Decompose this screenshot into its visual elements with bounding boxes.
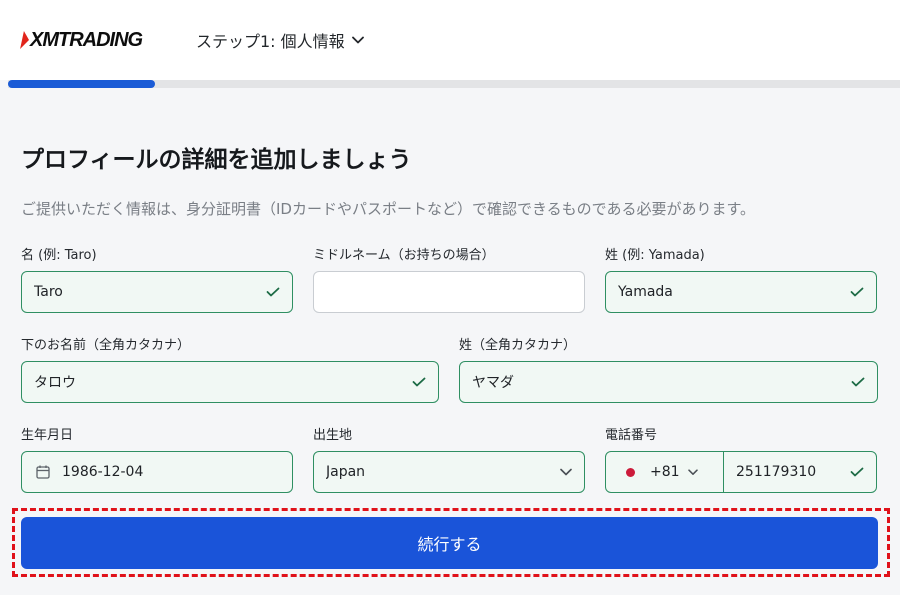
birth-date-value: 1986-12-04 [62, 464, 144, 480]
japan-flag-icon [626, 467, 635, 477]
birth-place-select[interactable]: Japan [313, 451, 585, 493]
birth-date-label: 生年月日 [21, 428, 74, 443]
birth-place-label: 出生地 [313, 428, 353, 443]
progress-bar [8, 80, 900, 88]
middle-name-label: ミドルネーム（お持ちの場合） [313, 248, 495, 263]
phone-number-field[interactable]: 251179310 [723, 451, 877, 493]
last-name-value: Yamada [618, 284, 673, 300]
middle-name-field[interactable] [313, 271, 585, 313]
first-name-kana-field[interactable]: タロウ [21, 361, 439, 403]
step-label: ステップ1: 個人情報 [196, 32, 345, 51]
logo-text: XMTRADING [30, 28, 143, 51]
chevron-down-icon [351, 36, 364, 44]
step-selector[interactable]: ステップ1: 個人情報 [196, 28, 364, 52]
check-icon [851, 377, 865, 387]
first-name-value: Taro [34, 284, 63, 300]
check-icon [850, 467, 864, 477]
first-name-kana-label: 下のお名前（全角カタカナ） [21, 338, 191, 353]
first-name-field[interactable]: Taro [21, 271, 293, 313]
birth-place-value: Japan [326, 464, 366, 480]
page-subtitle: ご提供いただく情報は、身分証明書（IDカードやパスポートなど）で確認できるもので… [21, 200, 756, 218]
chevron-down-icon [687, 468, 698, 476]
birth-date-field[interactable]: 1986-12-04 [21, 451, 293, 493]
xm-logo[interactable]: XMTRADING [20, 28, 143, 52]
first-name-label: 名 (例: Taro) [21, 248, 97, 263]
phone-country-code: +81 [650, 464, 680, 480]
phone-country-code-select[interactable]: +81 [605, 451, 724, 493]
check-icon [850, 287, 864, 297]
progress-fill [8, 80, 156, 88]
top-bar: XMTRADING ステップ1: 個人情報 [0, 0, 900, 80]
continue-button[interactable]: 続行する [21, 517, 878, 569]
chevron-down-icon [560, 468, 572, 476]
last-name-kana-value: ヤマダ [472, 375, 514, 391]
last-name-kana-label: 姓（全角カタカナ） [459, 338, 577, 353]
first-name-kana-value: タロウ [34, 375, 76, 391]
last-name-field[interactable]: Yamada [605, 271, 877, 313]
phone-number-value: 251179310 [736, 464, 817, 480]
phone-label: 電話番号 [605, 428, 658, 443]
check-icon [266, 287, 280, 297]
last-name-label: 姓 (例: Yamada) [605, 248, 705, 263]
check-icon [412, 377, 426, 387]
last-name-kana-field[interactable]: ヤマダ [459, 361, 878, 403]
calendar-icon [36, 465, 50, 479]
page-title: プロフィールの詳細を追加しましょう [21, 147, 412, 173]
